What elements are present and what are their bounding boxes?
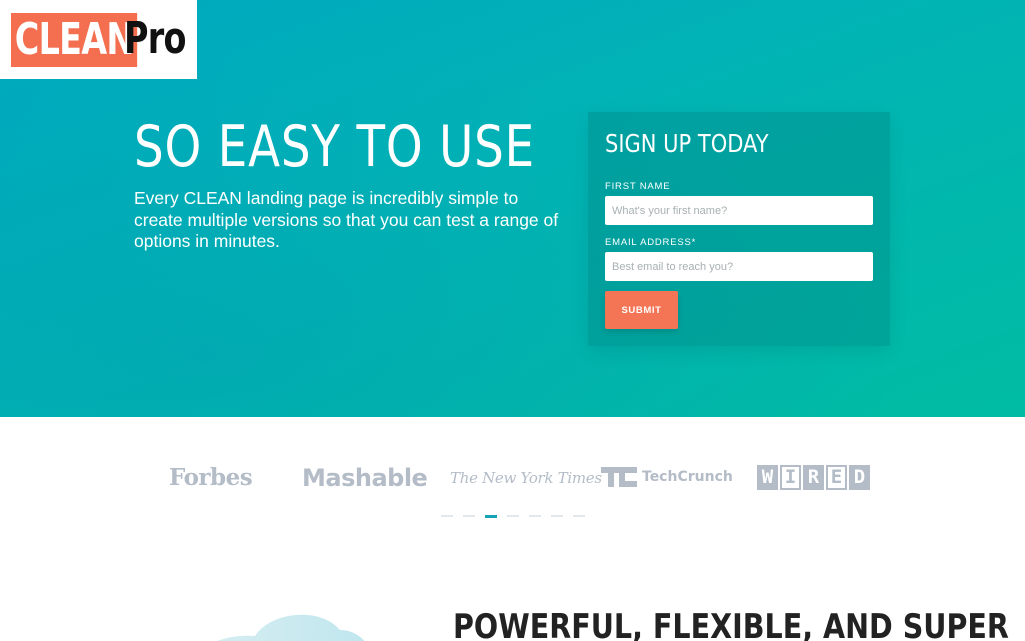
logo-pro-text: Pro — [124, 13, 186, 64]
wired-letter-d: D — [849, 465, 870, 490]
carousel-dot[interactable] — [573, 515, 585, 517]
carousel-dot[interactable] — [529, 515, 541, 517]
techcrunch-wordmark: TechCrunch — [642, 469, 733, 485]
carousel-dot-active[interactable] — [485, 514, 497, 518]
techcrunch-mark-icon — [601, 467, 637, 487]
carousel-dot[interactable] — [441, 515, 453, 517]
hero-subtext: Every CLEAN landing page is incredibly s… — [134, 188, 559, 251]
wired-letter-r: R — [803, 465, 824, 490]
carousel-dot[interactable] — [507, 515, 519, 517]
forbes-logo: Forbes — [169, 464, 253, 491]
brand-logo[interactable]: CLEAN Pro — [0, 0, 197, 79]
wired-letter-w: W — [757, 465, 778, 490]
cloud-illustration — [217, 614, 365, 641]
mashable-logo: Mashable — [302, 464, 428, 492]
carousel-dots — [441, 514, 585, 518]
first-name-label: FIRST NAME — [605, 181, 671, 192]
wired-letter-e: E — [826, 465, 847, 490]
techcrunch-logo: TechCrunch — [601, 467, 733, 487]
email-label: EMAIL ADDRESS* — [605, 237, 697, 248]
email-input[interactable] — [605, 252, 873, 281]
wired-letter-i: I — [780, 465, 801, 490]
nyt-logo: The New York Times — [450, 469, 602, 487]
form-title: SIGN UP TODAY — [605, 129, 769, 158]
signup-form: SIGN UP TODAY FIRST NAME EMAIL ADDRESS* … — [588, 112, 890, 346]
carousel-dot[interactable] — [551, 515, 563, 517]
feature-title: POWERFUL, FLEXIBLE, AND SUPER — [453, 607, 1009, 641]
wired-logo: W I R E D — [757, 465, 870, 490]
hero-headline: SO EASY TO USE — [134, 114, 535, 180]
carousel-dot[interactable] — [463, 515, 475, 517]
first-name-input[interactable] — [605, 196, 873, 225]
submit-button[interactable]: SUBMIT — [605, 291, 678, 329]
logo-clean-text: CLEAN — [11, 12, 138, 67]
